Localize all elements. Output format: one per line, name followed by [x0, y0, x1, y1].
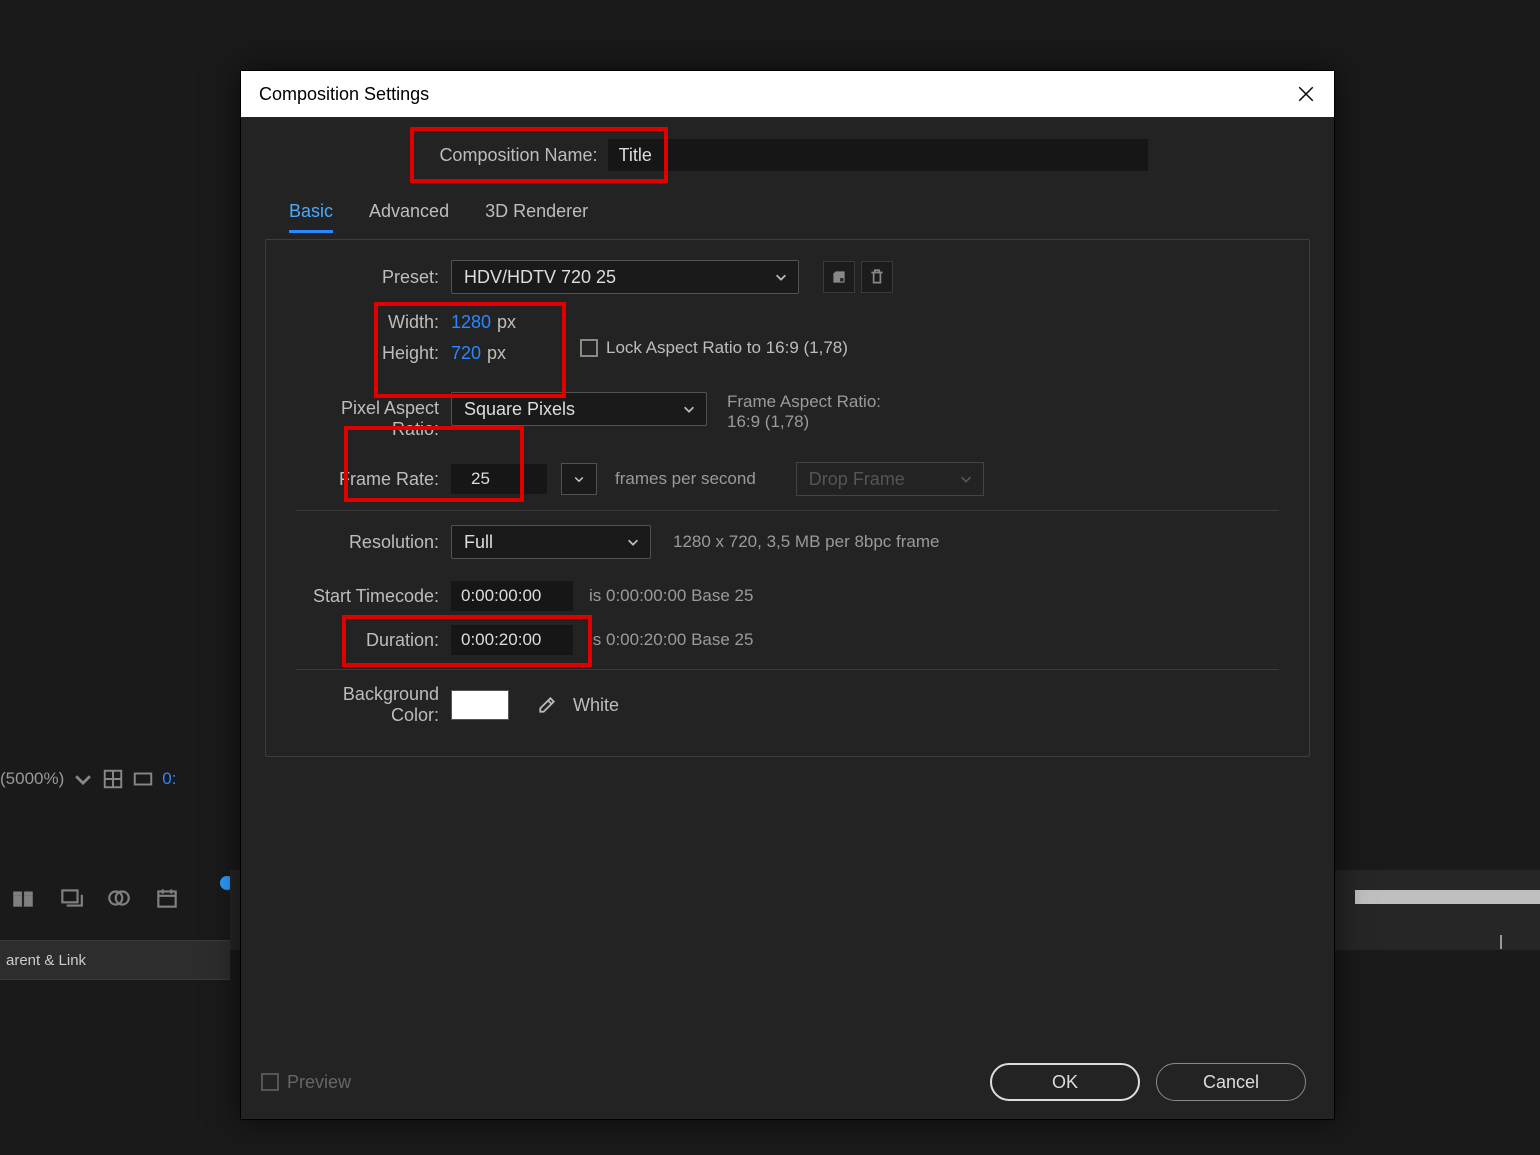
chevron-down-icon: [959, 472, 973, 486]
px-suffix: px: [487, 343, 506, 364]
timeline-toolbar: [10, 885, 180, 911]
height-value[interactable]: 720: [451, 343, 481, 364]
tab-basic[interactable]: Basic: [289, 201, 333, 233]
chevron-down-icon: [626, 535, 640, 549]
start-timecode-info: is 0:00:00:00 Base 25: [589, 586, 753, 606]
divider: [296, 510, 1279, 511]
resolution-info: 1280 x 720, 3,5 MB per 8bpc frame: [673, 532, 940, 552]
width-label: Width:: [296, 312, 451, 333]
dialog-title: Composition Settings: [259, 84, 429, 105]
timecode-hint: 0:: [162, 769, 176, 789]
tab-bar: Basic Advanced 3D Renderer: [263, 191, 1312, 239]
frame-aspect-value: 16:9 (1,78): [727, 412, 881, 432]
viewport-zoom-readout: (5000%) 0:: [0, 768, 176, 790]
close-icon: [1297, 85, 1315, 103]
blend-icon[interactable]: [106, 885, 132, 911]
chevron-down-icon: [774, 270, 788, 284]
duration-input[interactable]: [451, 625, 573, 655]
resolution-select[interactable]: Full: [451, 525, 651, 559]
gift-icon[interactable]: [10, 885, 36, 911]
delete-preset-button[interactable]: [861, 261, 893, 293]
save-preset-icon: [830, 268, 848, 286]
frame-aspect-label: Frame Aspect Ratio:: [727, 392, 881, 412]
color-swatch[interactable]: [451, 690, 509, 720]
height-label: Height:: [296, 343, 451, 364]
basic-panel: Preset: HDV/HDTV 720 25: [265, 239, 1310, 757]
calendar-icon[interactable]: [154, 885, 180, 911]
width-value[interactable]: 1280: [451, 312, 491, 333]
save-preset-button[interactable]: [823, 261, 855, 293]
layout-grid-icon[interactable]: [102, 768, 124, 790]
frame-rate-suffix: frames per second: [615, 469, 756, 489]
duration-info: is 0:00:20:00 Base 25: [589, 630, 753, 650]
color-name: White: [573, 695, 619, 716]
duration-label: Duration:: [296, 630, 451, 651]
background-color-label: Background Color:: [296, 684, 451, 726]
preset-select[interactable]: HDV/HDTV 720 25: [451, 260, 799, 294]
ok-button[interactable]: OK: [990, 1063, 1140, 1101]
preset-label: Preset:: [296, 267, 451, 288]
pixel-aspect-select[interactable]: Square Pixels: [451, 392, 707, 426]
frame-rate-input[interactable]: [461, 464, 525, 494]
frame-icon[interactable]: [132, 768, 154, 790]
preview-label: Preview: [287, 1072, 351, 1093]
chevron-down-icon: [682, 402, 696, 416]
trash-icon: [868, 268, 886, 286]
cancel-button[interactable]: Cancel: [1156, 1063, 1306, 1101]
composition-name-input[interactable]: [608, 139, 1148, 171]
dialog-titlebar: Composition Settings: [241, 71, 1334, 117]
layers-icon[interactable]: [58, 885, 84, 911]
start-timecode-label: Start Timecode:: [296, 586, 451, 607]
chevron-down-icon[interactable]: [72, 768, 94, 790]
tab-3d-renderer[interactable]: 3D Renderer: [485, 201, 588, 233]
start-timecode-input[interactable]: [451, 581, 573, 611]
eyedropper-button[interactable]: [531, 689, 563, 721]
composition-settings-dialog: Composition Settings Composition Name: B…: [240, 70, 1335, 1120]
eyedropper-icon: [538, 696, 556, 714]
timeline-column-header: arent & Link: [0, 940, 230, 980]
zoom-value[interactable]: (5000%): [0, 769, 64, 789]
dialog-footer: Preview OK Cancel: [241, 1063, 1334, 1101]
par-label: Pixel Aspect Ratio:: [296, 392, 451, 440]
composition-name-label: Composition Name:: [428, 145, 598, 166]
work-area-bar[interactable]: [1355, 890, 1540, 904]
lock-aspect-label: Lock Aspect Ratio to 16:9 (1,78): [606, 338, 848, 358]
lock-aspect-checkbox[interactable]: [580, 339, 598, 357]
frame-rate-dropdown-toggle[interactable]: [561, 463, 597, 495]
px-suffix: px: [497, 312, 516, 333]
close-button[interactable]: [1278, 71, 1334, 117]
frame-rate-label: Frame Rate:: [296, 469, 451, 490]
divider: [296, 669, 1279, 670]
drop-frame-select: Drop Frame: [796, 462, 984, 496]
preview-checkbox[interactable]: [261, 1073, 279, 1091]
tab-advanced[interactable]: Advanced: [369, 201, 449, 233]
ruler-tick: [1500, 935, 1502, 949]
resolution-label: Resolution:: [296, 532, 451, 553]
